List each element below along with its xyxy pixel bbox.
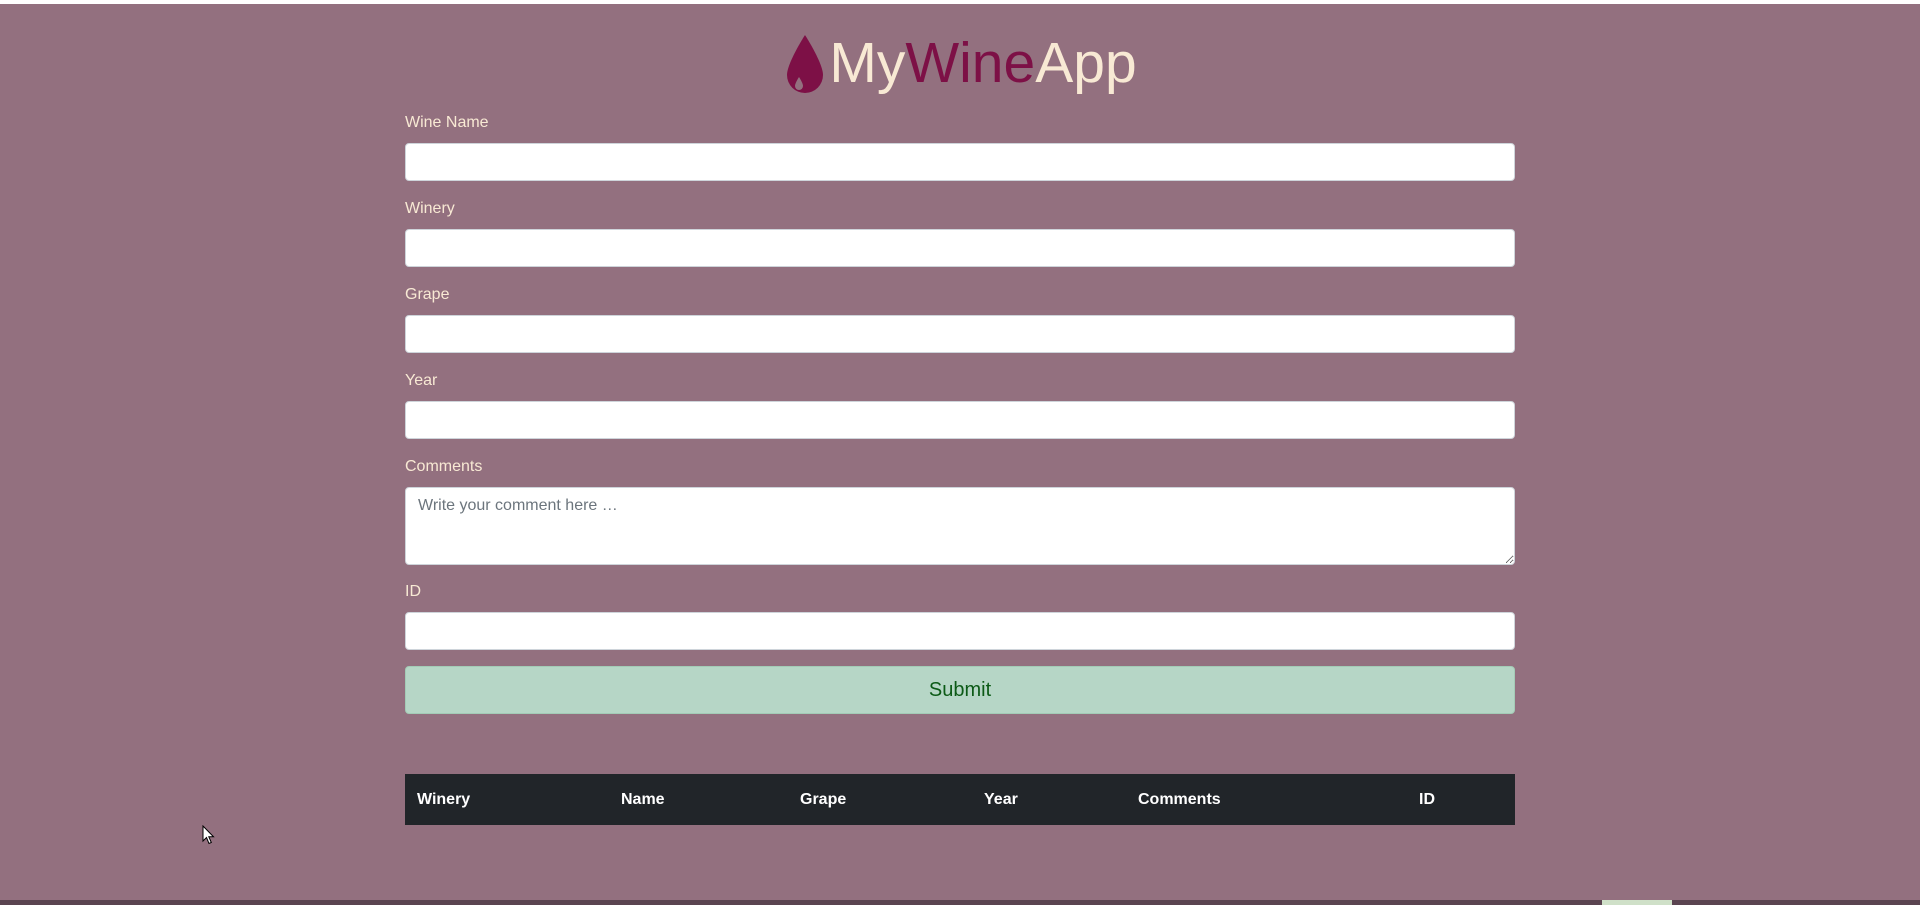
column-header-comments[interactable]: Comments bbox=[1126, 774, 1407, 825]
column-header-grape[interactable]: Grape bbox=[788, 774, 972, 825]
id-input[interactable] bbox=[405, 612, 1515, 650]
grape-label: Grape bbox=[405, 286, 450, 303]
app-header: MyWineApp bbox=[0, 28, 1920, 98]
wine-drop-icon bbox=[787, 35, 824, 93]
brand-my: My bbox=[829, 30, 906, 95]
grape-input[interactable] bbox=[405, 315, 1515, 353]
winery-label: Winery bbox=[405, 200, 455, 217]
year-label: Year bbox=[405, 372, 438, 389]
bottom-indicator bbox=[1602, 900, 1672, 905]
id-label: ID bbox=[405, 583, 421, 600]
comments-label: Comments bbox=[405, 458, 483, 475]
year-input[interactable] bbox=[405, 401, 1515, 439]
column-header-name[interactable]: Name bbox=[609, 774, 788, 825]
submit-button[interactable]: Submit bbox=[405, 666, 1515, 714]
mouse-cursor-icon bbox=[202, 825, 215, 845]
brand-wine: Wine bbox=[905, 30, 1036, 95]
app-title: MyWineApp bbox=[829, 34, 1136, 92]
table-header-row: Winery Name Grape Year Comments ID bbox=[405, 774, 1515, 825]
brand-app: App bbox=[1035, 30, 1137, 95]
top-border bbox=[0, 0, 1920, 4]
column-header-id[interactable]: ID bbox=[1407, 774, 1515, 825]
column-header-winery[interactable]: Winery bbox=[405, 774, 609, 825]
wine-name-label: Wine Name bbox=[405, 114, 489, 131]
winery-input[interactable] bbox=[405, 229, 1515, 267]
wine-name-input[interactable] bbox=[405, 143, 1515, 181]
column-header-year[interactable]: Year bbox=[972, 774, 1126, 825]
wine-table: Winery Name Grape Year Comments ID bbox=[405, 774, 1515, 825]
comments-textarea[interactable] bbox=[405, 487, 1515, 565]
